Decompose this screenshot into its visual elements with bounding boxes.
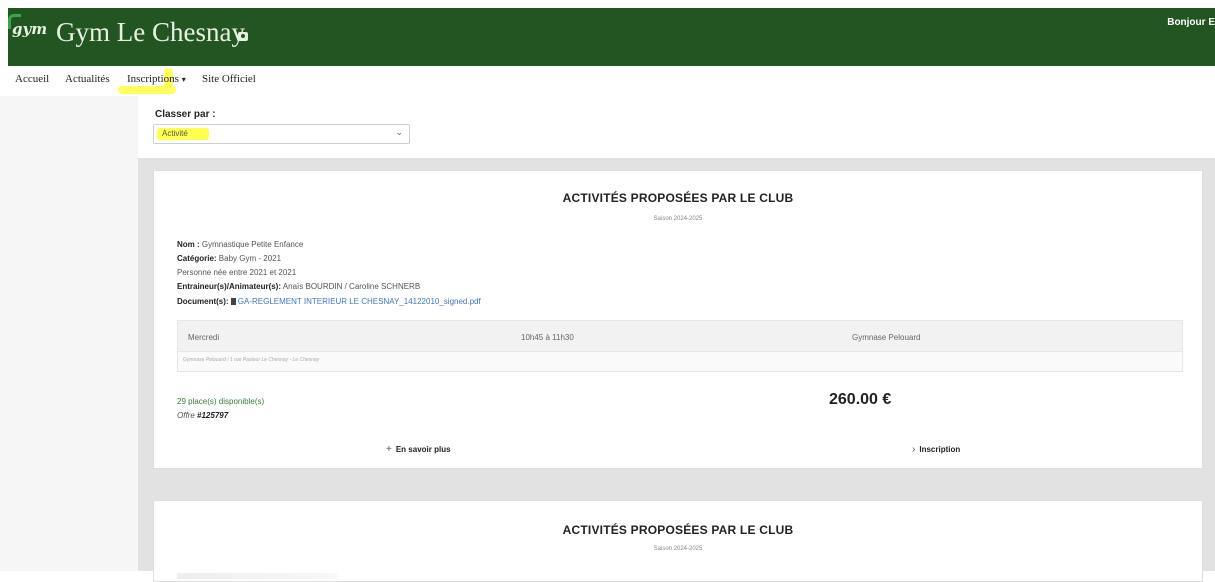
activity-documents: Document(s): GA-REGLEMENT INTERIEUR LE C… — [177, 297, 481, 306]
document-icon — [230, 298, 236, 305]
activity-trainers: Entraineur(s)/Animateur(s): Anaïs BOURDI… — [177, 282, 421, 291]
signup-label: Inscription — [919, 445, 961, 454]
nav-item-actualites[interactable]: Actualités — [65, 73, 110, 85]
schedule-row: Mercredi 10h45 à 11h30 Gymnase Pelouard — [178, 321, 1182, 352]
card-title: ACTIVITÉS PROPOSÉES PAR LE CLUB — [562, 523, 794, 537]
card-season: Saison 2024-2025 — [653, 546, 703, 552]
chevron-right-icon: › — [912, 444, 916, 455]
offer-id: Offre #125797 — [177, 411, 229, 420]
document-link[interactable]: GA-REGLEMENT INTERIEUR LE CHESNAY_141220… — [238, 297, 481, 306]
truncated-info — [177, 573, 337, 579]
activity-card: ACTIVITÉS PROPOSÉES PAR LE CLUB Saison 2… — [153, 170, 1203, 469]
activity-price: 260.00 € — [829, 391, 892, 408]
sort-label: Classer par : — [155, 109, 216, 120]
activity-category: Catégorie: Baby Gym - 2021 — [177, 254, 282, 263]
card-title: ACTIVITÉS PROPOSÉES PAR LE CLUB — [562, 191, 794, 205]
schedule-time: 10h45 à 11h30 — [521, 333, 574, 342]
nav-item-accueil[interactable]: Accueil — [15, 73, 49, 85]
nav-item-inscriptions[interactable]: Inscriptions ▾ — [127, 73, 186, 85]
logo-swoosh-icon — [8, 14, 21, 29]
camera-icon[interactable] — [238, 32, 248, 41]
chevron-down-icon: ▾ — [181, 75, 186, 84]
sort-select[interactable]: Activité ⌄ — [153, 124, 410, 144]
site-title[interactable]: Gym Le Chesnay — [56, 17, 245, 48]
more-info-label: En savoir plus — [395, 445, 451, 454]
activity-name: Nom : Gymnastique Petite Enfance — [177, 240, 304, 249]
nav-item-site-officiel[interactable]: Site Officiel — [202, 73, 256, 85]
sort-selected-value: Activité — [162, 129, 188, 138]
chevron-down-icon: ⌄ — [395, 127, 403, 137]
activities-list: ACTIVITÉS PROPOSÉES PAR LE CLUB Saison 2… — [138, 158, 1215, 582]
plus-icon: + — [386, 444, 392, 455]
card-season: Saison 2024-2025 — [653, 216, 703, 222]
left-sidebar — [0, 96, 138, 571]
more-info-button[interactable]: + En savoir plus — [386, 444, 451, 455]
nav-item-inscriptions-label: Inscriptions — [127, 73, 179, 85]
places-available: 29 place(s) disponible(s) — [177, 397, 265, 406]
schedule-table: Mercredi 10h45 à 11h30 Gymnase Pelouard … — [177, 320, 1183, 372]
schedule-address: Gymnase Pelouard / 1 rue Pasteur Le Ches… — [183, 357, 320, 363]
signup-button[interactable]: › Inscription — [912, 444, 960, 455]
activity-birth-range: Personne née entre 2021 et 2021 — [177, 268, 297, 277]
activity-card: ACTIVITÉS PROPOSÉES PAR LE CLUB Saison 2… — [153, 500, 1203, 582]
schedule-day: Mercredi — [188, 333, 220, 342]
user-greeting[interactable]: Bonjour E — [1167, 17, 1215, 28]
club-logo[interactable]: gym — [8, 14, 47, 38]
site-header: gym Gym Le Chesnay Bonjour E — [8, 8, 1215, 66]
schedule-place: Gymnase Pelouard — [852, 333, 921, 342]
